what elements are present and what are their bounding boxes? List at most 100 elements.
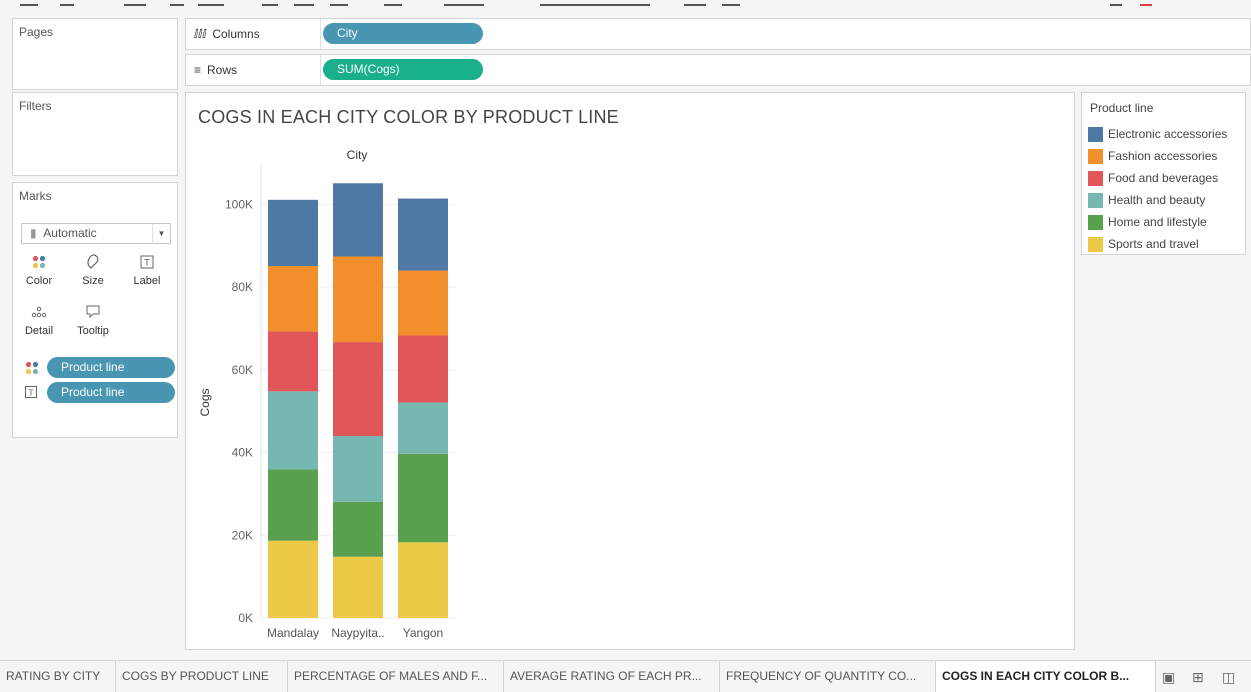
bar-segment[interactable] (268, 199, 318, 266)
chart-view[interactable]: COGS IN EACH CITY COLOR BY PRODUCT LINE … (185, 92, 1075, 650)
legend-item[interactable]: Home and lifestyle (1088, 213, 1244, 231)
marks-card: Marks ▮ Automatic ▼ Color Size T Label D… (12, 182, 178, 438)
legend-swatch (1088, 171, 1103, 186)
pages-card[interactable]: Pages (12, 18, 178, 90)
sheet-tab[interactable]: FREQUENCY OF QUANTITY CO... (720, 661, 936, 692)
legend-title: Product line (1090, 101, 1154, 115)
bar-segment[interactable] (268, 540, 318, 618)
toolbar-icon[interactable] (170, 0, 184, 6)
bar-segment[interactable] (268, 469, 318, 541)
toolbar-icon[interactable] (124, 0, 146, 6)
detail-icon (19, 303, 59, 325)
toolbar-icon[interactable] (20, 0, 38, 6)
sheet-tab[interactable]: RATING BY CITY (0, 661, 116, 692)
legend-item[interactable]: Electronic accessories (1088, 125, 1244, 143)
detail-button-label: Detail (24, 325, 54, 337)
bar-segment[interactable] (398, 270, 448, 336)
color-dots-icon (25, 361, 39, 378)
columns-shelf[interactable]: ⅈⅈⅈ Columns City (185, 18, 1251, 50)
toolbar-icon[interactable] (1110, 0, 1122, 6)
toolbar-icon[interactable] (262, 0, 278, 6)
legend-item[interactable]: Health and beauty (1088, 191, 1244, 209)
marks-color-pill[interactable]: Product line (47, 357, 175, 378)
tooltip-button[interactable]: Tooltip (73, 303, 113, 349)
city-pill[interactable]: City (323, 23, 483, 44)
y-tick-label: 60K (232, 363, 253, 377)
bar-segment[interactable] (398, 453, 448, 543)
svg-text:T: T (28, 389, 34, 398)
y-tick-label: 40K (232, 446, 253, 460)
bar-segment[interactable] (398, 542, 448, 618)
bar-segment[interactable] (268, 391, 318, 470)
sum-cogs-pill[interactable]: SUM(Cogs) (323, 59, 483, 80)
color-button-label: Color (25, 275, 53, 287)
filters-title: Filters (19, 99, 52, 113)
color-button[interactable]: Color (19, 253, 59, 299)
legend-label: Health and beauty (1108, 193, 1206, 207)
toolbar-dropdown[interactable] (540, 0, 650, 6)
label-icon: T (127, 253, 167, 275)
y-tick-label: 100K (225, 197, 253, 211)
toolbar-icon[interactable] (384, 0, 402, 6)
bar-segment[interactable] (333, 436, 383, 502)
bar-segment[interactable] (268, 331, 318, 392)
legend-item[interactable]: Fashion accessories (1088, 147, 1244, 165)
legend-label: Home and lifestyle (1108, 215, 1207, 229)
toolbar-icon[interactable] (60, 0, 74, 6)
sheet-tab-active[interactable]: COGS IN EACH CITY COLOR B... (936, 661, 1156, 692)
toolbar-icon[interactable] (1140, 0, 1152, 6)
bar-segment[interactable] (333, 256, 383, 343)
sheet-tab-bar: RATING BY CITY COGS BY PRODUCT LINE PERCEN… (0, 660, 1251, 692)
svg-text:T: T (143, 259, 150, 269)
shelf-divider (320, 55, 321, 85)
new-dashboard-icon[interactable]: ⊞ (1192, 669, 1204, 686)
toolbar-icon[interactable] (722, 0, 740, 6)
filters-card[interactable]: Filters (12, 92, 178, 176)
marks-pill-row: T Product line (21, 382, 175, 404)
toolbar-icon[interactable] (330, 0, 348, 6)
mark-type-dropdown[interactable]: ▮ Automatic ▼ (21, 223, 171, 244)
rows-icon: ≡ (194, 63, 202, 77)
legend-swatch (1088, 193, 1103, 208)
bar-segment[interactable] (398, 402, 448, 454)
bar-segment[interactable] (333, 342, 383, 436)
toolbar-icon[interactable] (684, 0, 706, 6)
rows-shelf[interactable]: ≡ Rows SUM(Cogs) (185, 54, 1251, 86)
sheet-tab[interactable]: COGS BY PRODUCT LINE (116, 661, 288, 692)
legend-item[interactable]: Sports and travel (1088, 235, 1244, 253)
bar-segment[interactable] (268, 265, 318, 332)
legend-label: Food and beverages (1108, 171, 1219, 185)
legend-item[interactable]: Food and beverages (1088, 169, 1244, 187)
toolbar (0, 0, 1251, 14)
marks-pill-row: Product line (21, 357, 175, 379)
y-tick-label: 80K (232, 280, 253, 294)
bar-segment[interactable] (398, 335, 448, 403)
new-story-icon[interactable]: ◫ (1222, 669, 1235, 686)
new-worksheet-icon[interactable]: ▣ (1162, 669, 1175, 686)
bar-segment[interactable] (398, 198, 448, 271)
rows-shelf-label: ≡ Rows (194, 63, 237, 77)
y-axis-label: Cogs (198, 388, 212, 416)
marks-label-pill[interactable]: Product line (47, 382, 175, 403)
label-icon: T (25, 386, 37, 401)
label-button-label: Label (133, 275, 161, 287)
toolbar-icon[interactable] (198, 0, 224, 6)
column-header: City (347, 148, 368, 162)
sheet-tab[interactable]: PERCENTAGE OF MALES AND F... (288, 661, 504, 692)
legend-label: Fashion accessories (1108, 149, 1218, 163)
toolbar-icon[interactable] (444, 0, 484, 6)
size-button[interactable]: Size (73, 253, 113, 299)
legend-label: Electronic accessories (1108, 127, 1228, 141)
marks-title: Marks (19, 189, 52, 203)
sheet-tab[interactable]: AVERAGE RATING OF EACH PR... (504, 661, 720, 692)
x-category-label: Naypyita.. (331, 626, 384, 640)
bar-segment[interactable] (333, 556, 383, 618)
stacked-bar-chart[interactable]: 0K 20K 40K 60K 80K 100K Cogs City Mandalay Naypyi… (186, 93, 1074, 649)
bar-segment[interactable] (333, 183, 383, 257)
legend-label: Sports and travel (1108, 237, 1199, 251)
detail-button[interactable]: Detail (19, 303, 59, 349)
size-button-label: Size (82, 275, 104, 287)
label-button[interactable]: T Label (127, 253, 167, 299)
toolbar-icon[interactable] (294, 0, 314, 6)
bar-segment[interactable] (333, 501, 383, 557)
